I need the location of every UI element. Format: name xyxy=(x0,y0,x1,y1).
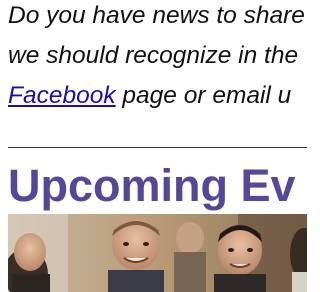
group-photo-image xyxy=(8,214,307,292)
intro-paragraph: Do you have news to share we should reco… xyxy=(8,0,307,116)
page: Do you have news to share we should reco… xyxy=(0,0,307,292)
intro-line-2: we should recognize in the xyxy=(8,42,299,69)
group-photo xyxy=(8,214,307,292)
upcoming-events-heading: Upcoming Ev xyxy=(8,160,296,211)
intro-line-3-text: page or email u xyxy=(115,82,292,109)
section-divider xyxy=(8,147,307,148)
intro-line-1: Do you have news to share xyxy=(8,2,305,29)
facebook-link[interactable]: Facebook xyxy=(8,82,116,109)
person-center-right xyxy=(214,225,266,292)
person-center-left xyxy=(108,218,164,292)
intro-line-3: Facebook page or email u xyxy=(8,76,307,116)
person-background xyxy=(174,222,206,292)
